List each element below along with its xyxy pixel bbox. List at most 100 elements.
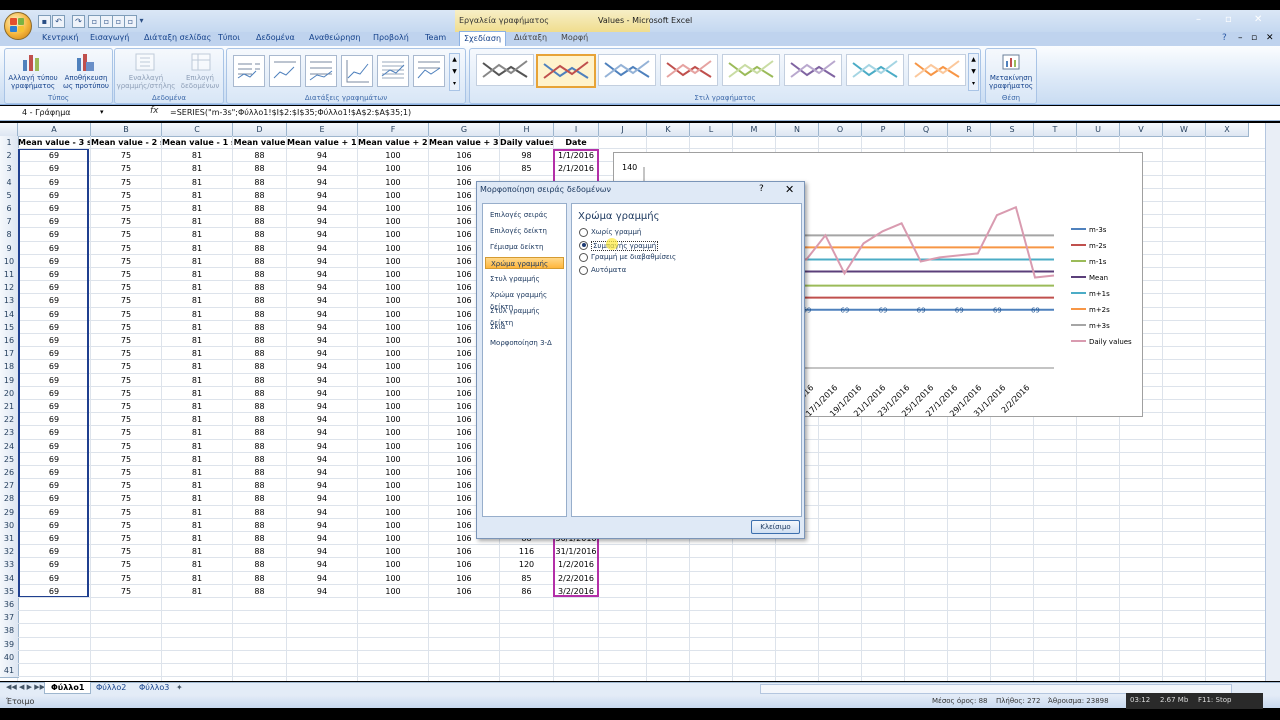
table-cell[interactable]: 88 <box>233 479 286 492</box>
select-all-corner[interactable] <box>0 123 18 137</box>
dialog-category-item[interactable]: Μορφοποίηση 3-Δ <box>485 337 564 349</box>
row-header[interactable]: 4 <box>0 175 19 190</box>
layout-4-thumb[interactable] <box>341 55 373 87</box>
table-cell[interactable]: 88 <box>233 400 286 413</box>
layout-3-thumb[interactable] <box>305 55 337 87</box>
table-cell[interactable]: 94 <box>287 532 357 545</box>
table-cell[interactable]: 81 <box>162 255 232 268</box>
table-cell[interactable]: 94 <box>287 360 357 373</box>
table-cell[interactable]: 81 <box>162 387 232 400</box>
table-cell[interactable]: 116 <box>500 545 553 558</box>
header-cell[interactable]: Mean value + 2 s <box>358 136 428 149</box>
layout-2-thumb[interactable] <box>269 55 301 87</box>
row-header[interactable]: 18 <box>0 360 19 375</box>
table-cell[interactable]: 88 <box>233 558 286 571</box>
table-cell[interactable]: 81 <box>162 281 232 294</box>
table-cell[interactable]: 81 <box>162 532 232 545</box>
table-cell[interactable]: 81 <box>162 176 232 189</box>
column-header[interactable]: S <box>991 123 1034 137</box>
customize-qat-icon[interactable]: ▾ <box>136 15 147 26</box>
table-cell[interactable]: 100 <box>358 215 428 228</box>
table-cell[interactable]: 81 <box>162 558 232 571</box>
sheet-tab-2[interactable]: Φύλλο2 <box>90 682 132 693</box>
style-1-thumb[interactable] <box>476 54 534 86</box>
table-cell[interactable]: 100 <box>358 572 428 585</box>
table-cell[interactable]: 100 <box>358 400 428 413</box>
row-header[interactable]: 36 <box>0 598 19 613</box>
row-header[interactable]: 24 <box>0 439 19 454</box>
table-cell[interactable]: 94 <box>287 440 357 453</box>
tab-team[interactable]: Team <box>425 33 446 42</box>
table-cell[interactable]: 100 <box>358 440 428 453</box>
table-cell[interactable]: 88 <box>233 545 286 558</box>
table-cell[interactable]: 75 <box>91 532 161 545</box>
table-cell[interactable]: 100 <box>358 506 428 519</box>
row-header[interactable]: 1 <box>0 136 19 151</box>
dialog-category-item[interactable]: Χρώμα γραμμής <box>485 257 564 269</box>
table-cell[interactable]: 75 <box>91 176 161 189</box>
table-cell[interactable]: 100 <box>358 228 428 241</box>
header-cell[interactable]: Mean value - 1 s <box>162 136 232 149</box>
table-cell[interactable]: 75 <box>91 387 161 400</box>
row-header[interactable]: 32 <box>0 545 19 560</box>
column-header[interactable]: C <box>162 123 233 137</box>
save-icon[interactable]: ▪ <box>38 15 51 28</box>
table-cell[interactable]: 100 <box>358 479 428 492</box>
table-cell[interactable]: 81 <box>162 321 232 334</box>
table-cell[interactable]: 100 <box>358 347 428 360</box>
table-cell[interactable]: 81 <box>162 202 232 215</box>
table-cell[interactable]: 75 <box>91 400 161 413</box>
row-header[interactable]: 16 <box>0 334 19 349</box>
dialog-category-item[interactable]: Επιλογές δείκτη <box>485 225 564 237</box>
table-cell[interactable]: 88 <box>233 255 286 268</box>
style-7-thumb[interactable] <box>846 54 904 86</box>
row-header[interactable]: 28 <box>0 492 19 507</box>
table-cell[interactable]: 81 <box>162 572 232 585</box>
row-header[interactable]: 25 <box>0 452 19 467</box>
column-header[interactable]: R <box>948 123 991 137</box>
save-template-icon[interactable] <box>75 52 95 72</box>
column-header[interactable]: T <box>1034 123 1077 137</box>
row-header[interactable]: 33 <box>0 558 19 573</box>
line-color-option-label[interactable]: Αυτόματα <box>591 266 626 274</box>
table-cell[interactable]: 81 <box>162 492 232 505</box>
header-cell[interactable]: Daily values <box>500 136 553 149</box>
table-cell[interactable]: 94 <box>287 585 357 598</box>
table-cell[interactable]: 100 <box>358 202 428 215</box>
table-cell[interactable]: 81 <box>162 545 232 558</box>
table-cell[interactable]: 75 <box>91 374 161 387</box>
line-color-option-label[interactable]: Χωρίς γραμμή <box>591 228 641 236</box>
table-cell[interactable]: 75 <box>91 545 161 558</box>
table-cell[interactable]: 106 <box>429 149 499 162</box>
column-header[interactable]: U <box>1077 123 1120 137</box>
table-cell[interactable]: 94 <box>287 400 357 413</box>
tab-insert[interactable]: Εισαγωγή <box>90 33 129 42</box>
table-cell[interactable]: 94 <box>287 479 357 492</box>
column-header[interactable]: M <box>733 123 776 137</box>
ribbon-close-icon[interactable]: ✕ <box>1266 33 1274 43</box>
table-cell[interactable]: 81 <box>162 413 232 426</box>
table-cell[interactable]: 94 <box>287 321 357 334</box>
header-cell[interactable]: Mean value - 2 s <box>91 136 161 149</box>
ribbon-minimize-icon[interactable]: – <box>1238 33 1243 43</box>
table-cell[interactable]: 106 <box>429 585 499 598</box>
column-header[interactable]: I <box>554 123 599 137</box>
select-data-button[interactable]: Επιλογή δεδομένων <box>177 74 223 90</box>
row-header[interactable]: 39 <box>0 637 19 652</box>
row-header[interactable]: 8 <box>0 228 19 243</box>
maximize-icon[interactable]: ▫ <box>1225 14 1232 25</box>
table-cell[interactable]: 100 <box>358 321 428 334</box>
tab-data[interactable]: Δεδομένα <box>256 33 295 42</box>
row-header[interactable]: 6 <box>0 202 19 217</box>
table-cell[interactable]: 75 <box>91 308 161 321</box>
table-cell[interactable]: 81 <box>162 215 232 228</box>
table-cell[interactable]: 94 <box>287 492 357 505</box>
table-cell[interactable]: 81 <box>162 506 232 519</box>
table-cell[interactable]: 100 <box>358 466 428 479</box>
table-cell[interactable]: 94 <box>287 453 357 466</box>
table-cell[interactable]: 75 <box>91 281 161 294</box>
line-color-radio[interactable] <box>579 253 588 262</box>
table-cell[interactable]: 100 <box>358 255 428 268</box>
table-cell[interactable]: 88 <box>233 506 286 519</box>
minimize-icon[interactable]: – <box>1196 14 1201 25</box>
